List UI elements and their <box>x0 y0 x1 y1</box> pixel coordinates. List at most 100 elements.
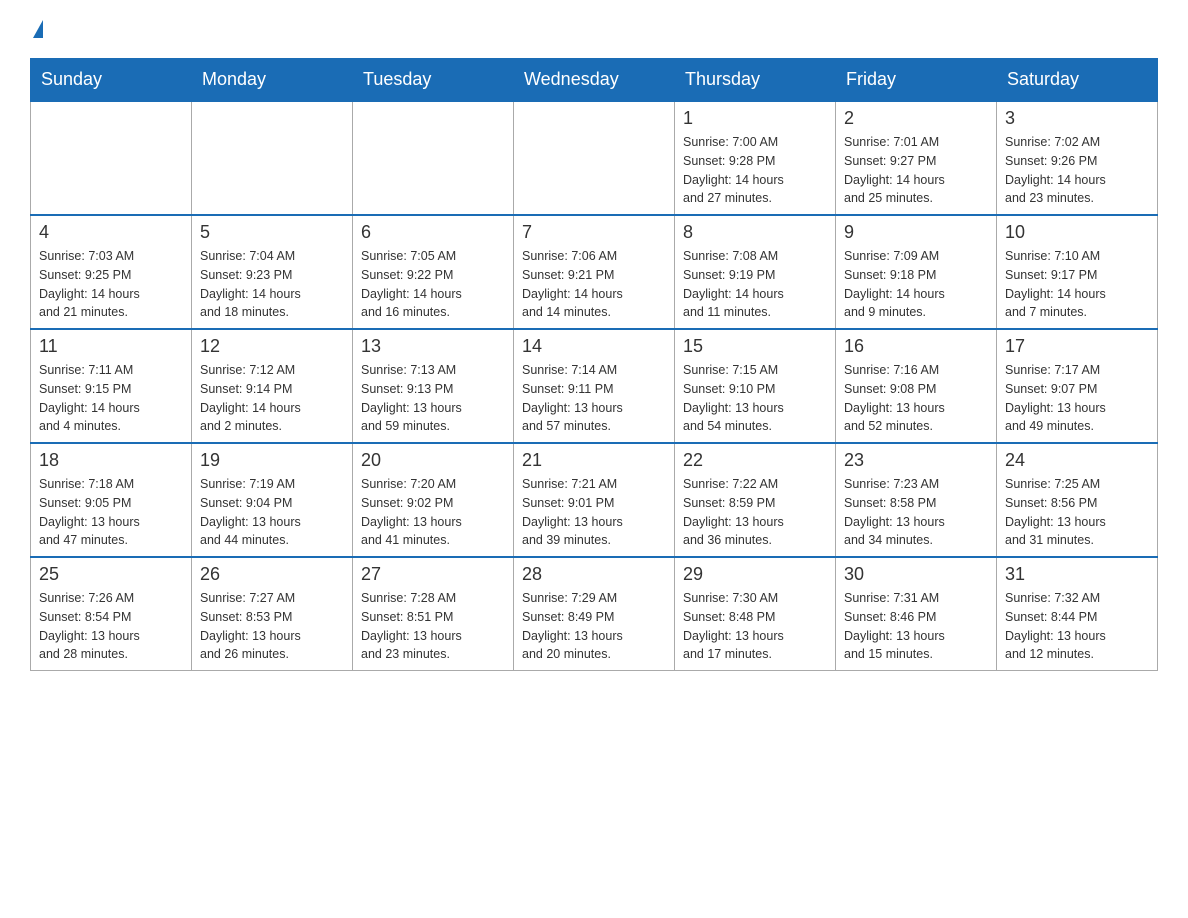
day-number: 30 <box>844 564 988 585</box>
logo-triangle-icon <box>33 20 43 38</box>
calendar-cell: 14 Sunrise: 7:14 AM Sunset: 9:11 PM Dayli… <box>514 329 675 443</box>
weekday-header-saturday: Saturday <box>997 59 1158 102</box>
calendar-cell: 7 Sunrise: 7:06 AM Sunset: 9:21 PM Daylig… <box>514 215 675 329</box>
day-number: 23 <box>844 450 988 471</box>
day-info: Sunrise: 7:06 AM Sunset: 9:21 PM Dayligh… <box>522 247 666 322</box>
day-number: 1 <box>683 108 827 129</box>
day-number: 25 <box>39 564 183 585</box>
day-info: Sunrise: 7:05 AM Sunset: 9:22 PM Dayligh… <box>361 247 505 322</box>
calendar-cell: 3 Sunrise: 7:02 AM Sunset: 9:26 PM Daylig… <box>997 101 1158 215</box>
day-number: 19 <box>200 450 344 471</box>
day-info: Sunrise: 7:03 AM Sunset: 9:25 PM Dayligh… <box>39 247 183 322</box>
day-number: 21 <box>522 450 666 471</box>
day-number: 4 <box>39 222 183 243</box>
day-info: Sunrise: 7:08 AM Sunset: 9:19 PM Dayligh… <box>683 247 827 322</box>
day-number: 8 <box>683 222 827 243</box>
day-number: 5 <box>200 222 344 243</box>
calendar-cell: 4 Sunrise: 7:03 AM Sunset: 9:25 PM Daylig… <box>31 215 192 329</box>
calendar-cell: 30 Sunrise: 7:31 AM Sunset: 8:46 PM Dayli… <box>836 557 997 671</box>
day-info: Sunrise: 7:00 AM Sunset: 9:28 PM Dayligh… <box>683 133 827 208</box>
day-info: Sunrise: 7:18 AM Sunset: 9:05 PM Dayligh… <box>39 475 183 550</box>
calendar-cell: 15 Sunrise: 7:15 AM Sunset: 9:10 PM Dayli… <box>675 329 836 443</box>
day-info: Sunrise: 7:23 AM Sunset: 8:58 PM Dayligh… <box>844 475 988 550</box>
day-number: 11 <box>39 336 183 357</box>
day-info: Sunrise: 7:21 AM Sunset: 9:01 PM Dayligh… <box>522 475 666 550</box>
calendar-cell: 26Sunrise: 7:27 AM Sunset: 8:53 PM Dayli… <box>192 557 353 671</box>
day-info: Sunrise: 7:16 AM Sunset: 9:08 PM Dayligh… <box>844 361 988 436</box>
day-info: Sunrise: 7:09 AM Sunset: 9:18 PM Dayligh… <box>844 247 988 322</box>
week-row-1: 1 Sunrise: 7:00 AM Sunset: 9:28 PM Daylig… <box>31 101 1158 215</box>
weekday-header-monday: Monday <box>192 59 353 102</box>
day-number: 7 <box>522 222 666 243</box>
day-info: Sunrise: 7:04 AM Sunset: 9:23 PM Dayligh… <box>200 247 344 322</box>
weekday-header-friday: Friday <box>836 59 997 102</box>
day-info: Sunrise: 7:17 AM Sunset: 9:07 PM Dayligh… <box>1005 361 1149 436</box>
calendar-cell: 9 Sunrise: 7:09 AM Sunset: 9:18 PM Daylig… <box>836 215 997 329</box>
day-number: 22 <box>683 450 827 471</box>
day-number: 31 <box>1005 564 1149 585</box>
day-number: 2 <box>844 108 988 129</box>
day-number: 20 <box>361 450 505 471</box>
calendar-cell: 20 Sunrise: 7:20 AM Sunset: 9:02 PM Dayli… <box>353 443 514 557</box>
day-info: Sunrise: 7:22 AM Sunset: 8:59 PM Dayligh… <box>683 475 827 550</box>
week-row-3: 11 Sunrise: 7:11 AM Sunset: 9:15 PM Dayli… <box>31 329 1158 443</box>
calendar-cell: 10 Sunrise: 7:10 AM Sunset: 9:17 PM Dayli… <box>997 215 1158 329</box>
day-info: Sunrise: 7:20 AM Sunset: 9:02 PM Dayligh… <box>361 475 505 550</box>
calendar-cell: 27Sunrise: 7:28 AM Sunset: 8:51 PM Dayli… <box>353 557 514 671</box>
calendar-cell <box>192 101 353 215</box>
calendar-cell: 17 Sunrise: 7:17 AM Sunset: 9:07 PM Dayli… <box>997 329 1158 443</box>
day-number: 3 <box>1005 108 1149 129</box>
day-info: Sunrise: 7:19 AM Sunset: 9:04 PM Dayligh… <box>200 475 344 550</box>
calendar-cell: 22 Sunrise: 7:22 AM Sunset: 8:59 PM Dayli… <box>675 443 836 557</box>
calendar-cell <box>514 101 675 215</box>
day-number: 9 <box>844 222 988 243</box>
weekday-header-wednesday: Wednesday <box>514 59 675 102</box>
day-number: 18 <box>39 450 183 471</box>
day-number: 16 <box>844 336 988 357</box>
day-number: 6 <box>361 222 505 243</box>
day-number: 13 <box>361 336 505 357</box>
day-number: 17 <box>1005 336 1149 357</box>
day-info: Sunrise: 7:30 AM Sunset: 8:48 PM Dayligh… <box>683 589 827 664</box>
day-info: Sunrise: 7:26 AM Sunset: 8:54 PM Dayligh… <box>39 589 183 664</box>
day-info: Sunrise: 7:15 AM Sunset: 9:10 PM Dayligh… <box>683 361 827 436</box>
day-info: Sunrise: 7:31 AM Sunset: 8:46 PM Dayligh… <box>844 589 988 664</box>
week-row-2: 4 Sunrise: 7:03 AM Sunset: 9:25 PM Daylig… <box>31 215 1158 329</box>
week-row-5: 25 Sunrise: 7:26 AM Sunset: 8:54 PM Dayli… <box>31 557 1158 671</box>
week-row-4: 18 Sunrise: 7:18 AM Sunset: 9:05 PM Dayli… <box>31 443 1158 557</box>
day-info: Sunrise: 7:27 AM Sunset: 8:53 PM Dayligh… <box>200 589 344 664</box>
weekday-header-thursday: Thursday <box>675 59 836 102</box>
weekday-header-tuesday: Tuesday <box>353 59 514 102</box>
day-info: Sunrise: 7:29 AM Sunset: 8:49 PM Dayligh… <box>522 589 666 664</box>
day-info: Sunrise: 7:11 AM Sunset: 9:15 PM Dayligh… <box>39 361 183 436</box>
day-info: Sunrise: 7:01 AM Sunset: 9:27 PM Dayligh… <box>844 133 988 208</box>
day-number: 28 <box>522 564 666 585</box>
day-number: 29 <box>683 564 827 585</box>
calendar-cell: 25 Sunrise: 7:26 AM Sunset: 8:54 PM Dayli… <box>31 557 192 671</box>
day-info: Sunrise: 7:02 AM Sunset: 9:26 PM Dayligh… <box>1005 133 1149 208</box>
day-info: Sunrise: 7:10 AM Sunset: 9:17 PM Dayligh… <box>1005 247 1149 322</box>
calendar-cell: 18 Sunrise: 7:18 AM Sunset: 9:05 PM Dayli… <box>31 443 192 557</box>
header <box>30 20 1158 38</box>
calendar-cell: 16 Sunrise: 7:16 AM Sunset: 9:08 PM Dayli… <box>836 329 997 443</box>
calendar-cell: 11 Sunrise: 7:11 AM Sunset: 9:15 PM Dayli… <box>31 329 192 443</box>
day-number: 10 <box>1005 222 1149 243</box>
day-info: Sunrise: 7:14 AM Sunset: 9:11 PM Dayligh… <box>522 361 666 436</box>
weekday-header-row: SundayMondayTuesdayWednesdayThursdayFrid… <box>31 59 1158 102</box>
calendar-cell: 6 Sunrise: 7:05 AM Sunset: 9:22 PM Daylig… <box>353 215 514 329</box>
day-number: 24 <box>1005 450 1149 471</box>
calendar-cell: 8 Sunrise: 7:08 AM Sunset: 9:19 PM Daylig… <box>675 215 836 329</box>
day-info: Sunrise: 7:32 AM Sunset: 8:44 PM Dayligh… <box>1005 589 1149 664</box>
calendar-cell: 29 Sunrise: 7:30 AM Sunset: 8:48 PM Dayli… <box>675 557 836 671</box>
calendar-cell <box>353 101 514 215</box>
day-info: Sunrise: 7:13 AM Sunset: 9:13 PM Dayligh… <box>361 361 505 436</box>
calendar-cell: 24Sunrise: 7:25 AM Sunset: 8:56 PM Dayli… <box>997 443 1158 557</box>
day-number: 14 <box>522 336 666 357</box>
calendar-cell: 1 Sunrise: 7:00 AM Sunset: 9:28 PM Daylig… <box>675 101 836 215</box>
calendar-cell: 19 Sunrise: 7:19 AM Sunset: 9:04 PM Dayli… <box>192 443 353 557</box>
day-number: 15 <box>683 336 827 357</box>
calendar-cell: 2 Sunrise: 7:01 AM Sunset: 9:27 PM Daylig… <box>836 101 997 215</box>
calendar-cell: 13 Sunrise: 7:13 AM Sunset: 9:13 PM Dayli… <box>353 329 514 443</box>
day-number: 12 <box>200 336 344 357</box>
calendar-cell: 31 Sunrise: 7:32 AM Sunset: 8:44 PM Dayli… <box>997 557 1158 671</box>
